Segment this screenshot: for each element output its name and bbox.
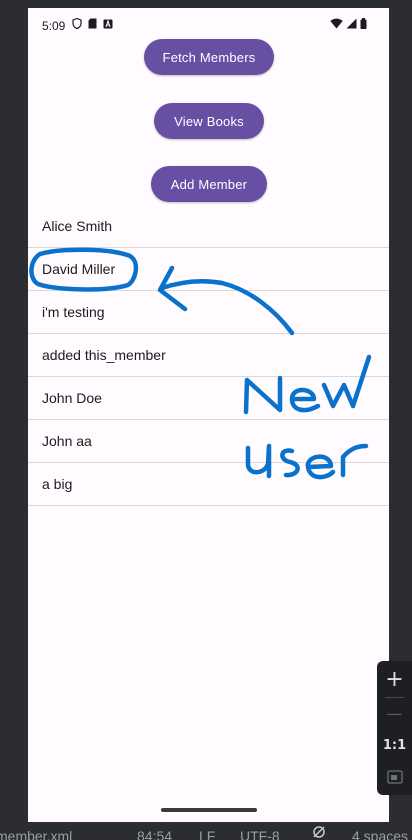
ide-encoding[interactable]: UTF-8 bbox=[240, 828, 280, 840]
shield-icon bbox=[72, 18, 82, 29]
ide-readonly-toggle-icon[interactable] bbox=[312, 825, 326, 840]
ide-line-ending[interactable]: LF bbox=[199, 828, 215, 840]
wifi-icon bbox=[330, 18, 343, 29]
member-list-item[interactable]: John Doe bbox=[28, 377, 389, 420]
emulator-zoom-panel: + — 1:1 bbox=[377, 661, 412, 795]
zoom-separator bbox=[385, 697, 404, 698]
ide-top-bar bbox=[0, 0, 412, 4]
ide-status-bar: member.xml 84:54 LF UTF-8 4 spaces bbox=[0, 822, 412, 840]
member-list-item[interactable]: added this_member bbox=[28, 334, 389, 377]
member-list-item[interactable]: David Miller bbox=[28, 248, 389, 291]
zoom-fit-icon bbox=[386, 770, 403, 784]
member-list: Alice Smith David Miller i'm testing add… bbox=[28, 205, 389, 506]
view-books-button[interactable]: View Books bbox=[154, 103, 264, 139]
member-list-item[interactable]: a big bbox=[28, 463, 389, 506]
ide-file-name[interactable]: member.xml bbox=[0, 828, 72, 840]
ide-cursor-position[interactable]: 84:54 bbox=[137, 828, 172, 840]
sd-card-icon bbox=[88, 18, 97, 29]
battery-icon bbox=[360, 18, 367, 29]
zoom-to-fit-button[interactable] bbox=[377, 763, 412, 791]
add-member-button[interactable]: Add Member bbox=[151, 166, 267, 202]
gesture-nav-handle[interactable] bbox=[161, 808, 257, 812]
zoom-one-to-one-button[interactable]: 1:1 bbox=[377, 731, 412, 759]
notification-a-icon bbox=[103, 18, 113, 28]
android-status-bar: 5:09 bbox=[28, 8, 389, 40]
status-time: 5:09 bbox=[42, 19, 66, 33]
member-list-item[interactable]: Alice Smith bbox=[28, 205, 389, 248]
member-list-item[interactable]: John aa bbox=[28, 420, 389, 463]
ide-indent-setting[interactable]: 4 spaces bbox=[352, 828, 408, 840]
signal-icon bbox=[346, 18, 357, 29]
zoom-out-button[interactable]: — bbox=[377, 699, 412, 727]
emulator-screen: 5:09 Fetch Members View Books Add Member… bbox=[28, 8, 389, 822]
zoom-in-button[interactable]: + bbox=[377, 665, 412, 693]
member-list-item[interactable]: i'm testing bbox=[28, 291, 389, 334]
fetch-members-button[interactable]: Fetch Members bbox=[144, 39, 274, 75]
